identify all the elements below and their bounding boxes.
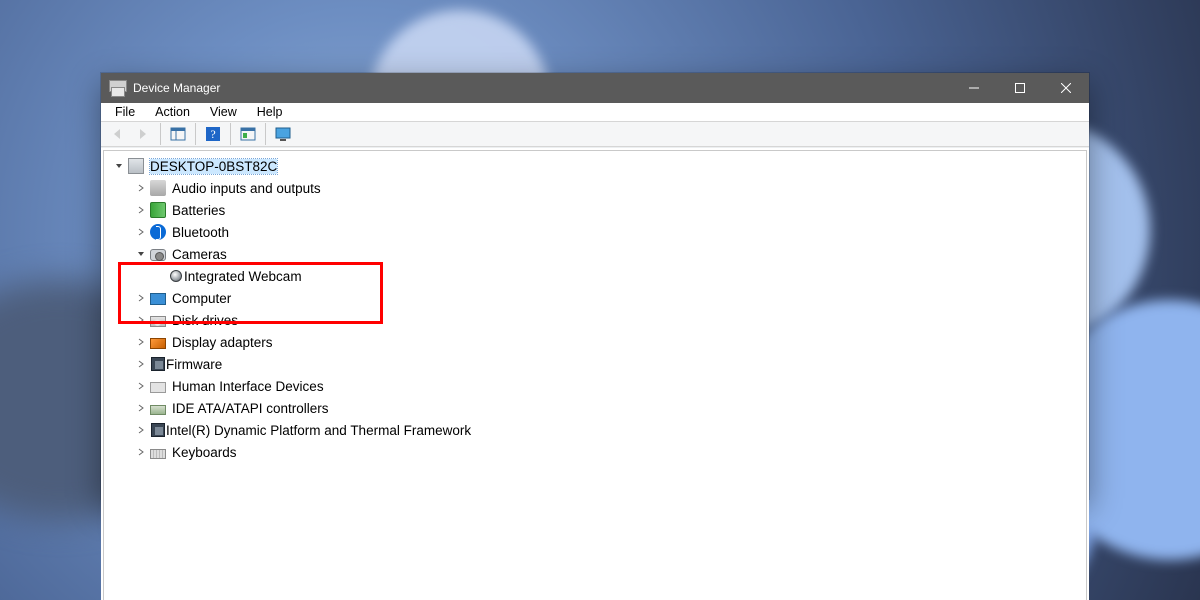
chevron-down-icon[interactable] bbox=[112, 159, 126, 173]
tree-root-label: DESKTOP-0BST82C bbox=[150, 159, 277, 174]
hid-icon bbox=[150, 382, 166, 393]
bluetooth-icon bbox=[150, 224, 166, 240]
tree-item-cameras[interactable]: Cameras bbox=[106, 243, 1084, 265]
tree-item-hid[interactable]: Human Interface Devices bbox=[106, 375, 1084, 397]
chevron-right-icon[interactable] bbox=[134, 401, 148, 415]
battery-icon bbox=[150, 202, 166, 218]
tree-label: Batteries bbox=[172, 203, 225, 218]
tree-label: Bluetooth bbox=[172, 225, 229, 240]
console-tree-icon bbox=[170, 126, 186, 142]
arrow-left-icon bbox=[109, 126, 125, 142]
chevron-right-icon[interactable] bbox=[134, 335, 148, 349]
chevron-right-icon[interactable] bbox=[134, 313, 148, 327]
monitor-icon bbox=[275, 126, 291, 142]
maximize-icon bbox=[1015, 83, 1025, 93]
desktop-background: Device Manager File Action View Help bbox=[0, 0, 1200, 600]
chip-icon bbox=[151, 357, 165, 371]
toolbar-show-hide-button[interactable] bbox=[166, 122, 190, 146]
tree-label: Audio inputs and outputs bbox=[172, 181, 321, 196]
menu-action[interactable]: Action bbox=[145, 103, 200, 121]
chevron-right-icon[interactable] bbox=[134, 225, 148, 239]
tree-item-display[interactable]: Display adapters bbox=[106, 331, 1084, 353]
disk-icon bbox=[150, 316, 166, 327]
tree-root[interactable]: DESKTOP-0BST82C bbox=[106, 155, 1084, 177]
tree-item-integrated-webcam[interactable]: Integrated Webcam bbox=[106, 265, 1084, 287]
tree-item-computer[interactable]: Computer bbox=[106, 287, 1084, 309]
tree-label: Integrated Webcam bbox=[184, 269, 302, 284]
chevron-right-icon[interactable] bbox=[134, 203, 148, 217]
tree-label: Display adapters bbox=[172, 335, 273, 350]
tree-item-firmware[interactable]: Firmware bbox=[106, 353, 1084, 375]
display-adapter-icon bbox=[150, 338, 166, 349]
toolbar-back-button bbox=[105, 122, 129, 146]
chevron-right-icon[interactable] bbox=[134, 445, 148, 459]
tree-item-batteries[interactable]: Batteries bbox=[106, 199, 1084, 221]
chevron-right-icon[interactable] bbox=[134, 291, 148, 305]
chevron-right-icon[interactable] bbox=[134, 379, 148, 393]
window-title: Device Manager bbox=[133, 81, 220, 95]
keyboard-icon bbox=[150, 449, 166, 459]
toolbar-scan-button[interactable] bbox=[236, 122, 260, 146]
close-icon bbox=[1061, 83, 1071, 93]
menu-bar: File Action View Help bbox=[101, 103, 1089, 122]
tree-label: Cameras bbox=[172, 247, 227, 262]
ide-controller-icon bbox=[150, 405, 166, 415]
scan-hardware-icon bbox=[240, 126, 256, 142]
chevron-down-icon[interactable] bbox=[134, 247, 148, 261]
tree-label: IDE ATA/ATAPI controllers bbox=[172, 401, 329, 416]
speaker-icon bbox=[150, 180, 166, 196]
tree-label: Intel(R) Dynamic Platform and Thermal Fr… bbox=[166, 423, 471, 438]
tree-label: Firmware bbox=[166, 357, 222, 372]
device-manager-window: Device Manager File Action View Help bbox=[101, 73, 1089, 499]
chip-icon bbox=[151, 423, 165, 437]
toolbar-forward-button bbox=[131, 122, 155, 146]
close-button[interactable] bbox=[1043, 73, 1089, 103]
tree-item-audio[interactable]: Audio inputs and outputs bbox=[106, 177, 1084, 199]
tree-item-bluetooth[interactable]: Bluetooth bbox=[106, 221, 1084, 243]
chevron-right-icon[interactable] bbox=[134, 357, 148, 371]
tree-item-keyboards[interactable]: Keyboards bbox=[106, 441, 1084, 463]
svg-text:?: ? bbox=[210, 127, 215, 141]
tree-item-intel-dptf[interactable]: Intel(R) Dynamic Platform and Thermal Fr… bbox=[106, 419, 1084, 441]
tree-label: Human Interface Devices bbox=[172, 379, 324, 394]
toolbar-help-button[interactable]: ? bbox=[201, 122, 225, 146]
chevron-right-icon[interactable] bbox=[134, 423, 148, 437]
toolbar-monitor-button[interactable] bbox=[271, 122, 295, 146]
tree-label: Keyboards bbox=[172, 445, 237, 460]
webcam-icon bbox=[170, 270, 182, 282]
help-icon: ? bbox=[205, 126, 221, 142]
device-tree[interactable]: DESKTOP-0BST82C Audio inputs and outputs… bbox=[103, 150, 1087, 600]
monitor-icon bbox=[150, 293, 166, 305]
tree-label: Computer bbox=[172, 291, 231, 306]
titlebar[interactable]: Device Manager bbox=[101, 73, 1089, 103]
menu-view[interactable]: View bbox=[200, 103, 247, 121]
device-manager-icon bbox=[109, 80, 125, 96]
tree-item-ide[interactable]: IDE ATA/ATAPI controllers bbox=[106, 397, 1084, 419]
chevron-right-icon[interactable] bbox=[134, 181, 148, 195]
menu-file[interactable]: File bbox=[105, 103, 145, 121]
menu-help[interactable]: Help bbox=[247, 103, 293, 121]
tree-label: Disk drives bbox=[172, 313, 238, 328]
camera-icon bbox=[150, 249, 166, 261]
arrow-right-icon bbox=[135, 126, 151, 142]
maximize-button[interactable] bbox=[997, 73, 1043, 103]
tree-item-disk[interactable]: Disk drives bbox=[106, 309, 1084, 331]
minimize-icon bbox=[969, 83, 979, 93]
computer-icon bbox=[128, 158, 144, 174]
toolbar: ? bbox=[101, 122, 1089, 147]
minimize-button[interactable] bbox=[951, 73, 997, 103]
